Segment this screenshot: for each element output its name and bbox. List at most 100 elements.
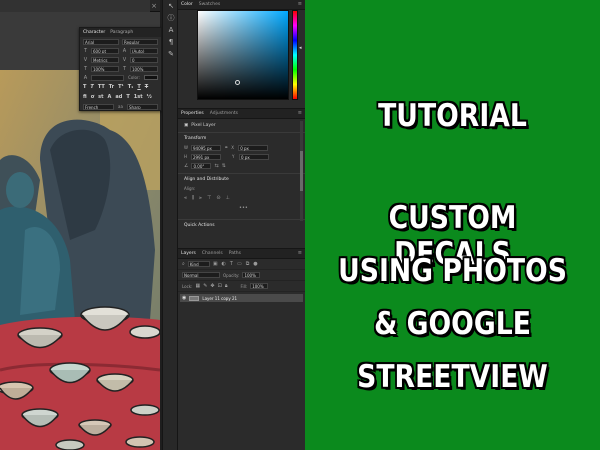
opentype-fi-button[interactable]: fi	[83, 94, 87, 100]
color-label: Color:	[128, 74, 140, 80]
more-options-icon[interactable]: •••	[239, 205, 248, 211]
opentype-a-button[interactable]: A	[108, 94, 112, 100]
lock-brush-icon[interactable]: ✎	[203, 283, 207, 289]
align-left-icon[interactable]: ⫷	[184, 195, 187, 201]
tab-adjustments[interactable]: Adjustments	[210, 111, 238, 116]
opentype-ad-button[interactable]: ad	[115, 94, 122, 100]
kerning-field[interactable]: Metrics	[91, 56, 119, 63]
close-icon[interactable]: ×	[151, 2, 157, 10]
faux-bold-button[interactable]: T	[83, 84, 86, 90]
filter-adjustment-icon[interactable]: ◐	[222, 261, 226, 267]
document-tab-bar: ×	[0, 0, 160, 12]
align-buttons: ⫷ ⫼ ⫸ ⊤ ⊝ ⊥	[178, 193, 305, 203]
tab-properties[interactable]: Properties	[181, 111, 204, 116]
document-tab[interactable]	[0, 0, 150, 12]
font-family-select[interactable]: Arial	[83, 38, 119, 45]
character-panel: Character Paragraph Arial Regular T 600 …	[79, 27, 162, 111]
font-size-field[interactable]: 600 pt	[91, 47, 119, 54]
lock-transparency-icon[interactable]: ▦	[195, 283, 200, 289]
superscript-button[interactable]: T¹	[118, 84, 124, 90]
align-section-title[interactable]: Align and Distribute	[178, 173, 305, 184]
x-field[interactable]: 0 px	[238, 144, 269, 151]
panel-menu-icon[interactable]: ≡	[298, 250, 302, 256]
brush-icon[interactable]: ✎	[163, 48, 179, 60]
lock-move-icon[interactable]: ✥	[210, 283, 214, 289]
eye-icon[interactable]: ◉	[182, 295, 186, 301]
color-picker-cursor[interactable]	[235, 80, 240, 85]
opentype-1st-button[interactable]: 1st	[134, 94, 143, 100]
blend-mode-select[interactable]: Normal	[182, 272, 220, 278]
horizontal-scale-field[interactable]: 100%	[130, 65, 158, 72]
tab-paths[interactable]: Paths	[229, 251, 241, 256]
lock-all-icon[interactable]: 🔒︎	[225, 283, 228, 289]
color-panel: Color Swatches ≡ ◂	[178, 0, 305, 106]
flip-horizontal-icon[interactable]: ⇆	[214, 163, 218, 169]
info-icon[interactable]: ⓘ	[163, 12, 179, 24]
opentype-half-button[interactable]: ½	[147, 94, 152, 100]
leading-field[interactable]: (Auto)	[130, 47, 158, 54]
tab-paragraph[interactable]: Paragraph	[110, 30, 133, 35]
align-middle-icon[interactable]: ⊝	[216, 195, 220, 201]
font-style-select[interactable]: Regular	[122, 38, 158, 45]
filter-kind-select[interactable]: Kind	[187, 261, 210, 267]
tab-swatches[interactable]: Swatches	[199, 2, 221, 7]
vertical-scale-field[interactable]: 100%	[91, 65, 119, 72]
flip-vertical-icon[interactable]: ⇅	[222, 163, 226, 169]
faux-italic-button[interactable]: T	[90, 84, 93, 90]
type-icon[interactable]: A	[163, 24, 179, 36]
layer-kind-label: Pixel Layer	[191, 123, 216, 128]
tab-color[interactable]: Color	[181, 2, 193, 7]
antialias-select[interactable]: Sharp	[127, 103, 158, 110]
layer-name[interactable]: Layer 11 copy 21	[202, 296, 237, 301]
filter-shape-icon[interactable]: ▭	[237, 261, 242, 267]
strikethrough-button[interactable]: T	[145, 84, 148, 90]
layer-row[interactable]: ◉ Layer 11 copy 21	[180, 294, 303, 302]
filter-smart-icon[interactable]: ⧉	[246, 261, 250, 267]
align-right-icon[interactable]: ⫸	[199, 195, 202, 201]
arrow-icon[interactable]: ↖	[163, 0, 179, 12]
all-caps-button[interactable]: TT	[98, 84, 105, 90]
hue-slider-handle-icon[interactable]: ◂	[299, 45, 302, 51]
lock-artboard-icon[interactable]: ⊡	[218, 283, 222, 289]
fill-field[interactable]: 100%	[250, 283, 269, 289]
hue-slider[interactable]	[292, 10, 298, 100]
layer-thumbnail	[189, 295, 200, 301]
underline-button[interactable]: T	[137, 84, 140, 90]
angle-field[interactable]: 0.00°	[191, 162, 212, 169]
filter-pixel-icon[interactable]: ▣	[213, 261, 218, 267]
tab-channels[interactable]: Channels	[202, 251, 223, 256]
link-icon[interactable]: ⚭	[224, 145, 228, 151]
language-select[interactable]: French	[83, 103, 114, 110]
layer-filter-icons: ▣ ◐ T ▭ ⧉ ●	[213, 261, 258, 267]
y-field[interactable]: 0 px	[239, 153, 269, 160]
small-caps-button[interactable]: Tr	[109, 84, 114, 90]
transform-section-title[interactable]: Transform	[178, 132, 305, 143]
properties-scrollbar[interactable]	[300, 121, 303, 221]
align-bottom-icon[interactable]: ⊥	[226, 195, 230, 201]
tracking-field[interactable]: 0	[130, 56, 158, 63]
align-top-icon[interactable]: ⊤	[207, 195, 211, 201]
paragraph-icon[interactable]: ¶	[163, 36, 179, 48]
filter-type-icon[interactable]: T	[230, 261, 233, 267]
panel-menu-icon[interactable]: ≡	[298, 1, 302, 7]
text-color-swatch[interactable]	[144, 75, 158, 80]
color-picker-field[interactable]	[197, 10, 289, 100]
scrollbar-thumb[interactable]	[300, 151, 303, 191]
quick-actions-title[interactable]: Quick Actions	[178, 219, 305, 230]
opacity-field[interactable]: 100%	[242, 272, 261, 278]
panel-menu-icon[interactable]: ≡	[298, 110, 302, 116]
align-center-icon[interactable]: ⫼	[192, 195, 194, 201]
subscript-button[interactable]: T₁	[128, 84, 134, 90]
title-line-streetview: STREETVIEW	[357, 359, 548, 395]
tab-layers[interactable]: Layers	[181, 251, 196, 256]
baseline-field[interactable]	[91, 74, 124, 81]
tab-character[interactable]: Character	[83, 30, 105, 35]
opentype-st-button[interactable]: st	[98, 94, 103, 100]
width-field[interactable]: 94095 px	[191, 144, 221, 151]
height-field[interactable]: 2991 px	[191, 153, 221, 160]
opacity-label: Opacity:	[223, 272, 240, 278]
opentype-t1-button[interactable]: T	[126, 94, 129, 100]
properties-panel: Properties Adjustments ≡ ▣ Pixel Layer T…	[178, 108, 305, 248]
opentype-o-button[interactable]: ơ	[91, 94, 94, 100]
filter-toggle-icon[interactable]: ●	[253, 261, 257, 267]
